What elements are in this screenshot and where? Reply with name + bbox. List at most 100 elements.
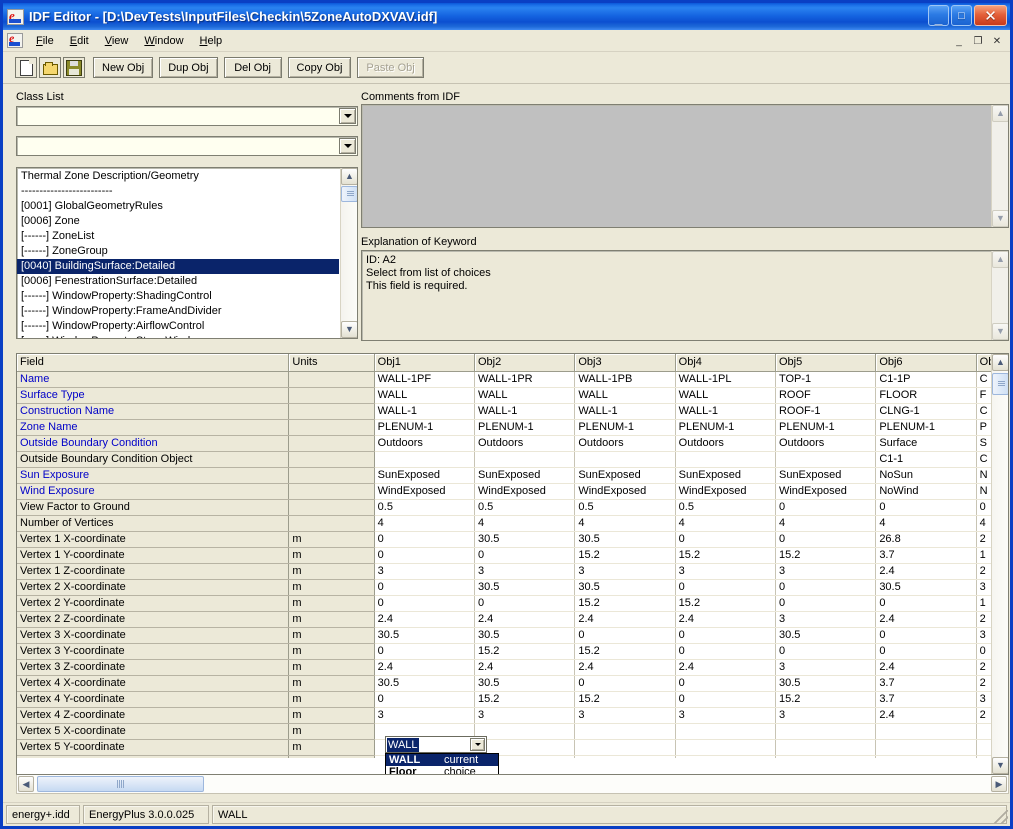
class-list[interactable]: Thermal Zone Description/Geometry-------…: [16, 167, 358, 339]
grid-value-cell[interactable]: 0: [475, 595, 575, 611]
grid-value-cell[interactable]: 3: [374, 563, 474, 579]
grid-value-cell[interactable]: PLENUM-1: [675, 419, 775, 435]
grid-value-cell[interactable]: 0: [876, 627, 976, 643]
grid-value-cell[interactable]: 0: [675, 579, 775, 595]
grid-value-cell[interactable]: ROOF: [775, 387, 875, 403]
grid-value-cell[interactable]: 3: [775, 611, 875, 627]
grid-value-cell[interactable]: 4: [976, 515, 992, 531]
grid-value-cell[interactable]: TOP-1: [775, 371, 875, 387]
grid-value-cell[interactable]: 1: [976, 595, 992, 611]
grid-value-cell[interactable]: WALL-1PR: [475, 371, 575, 387]
grid-value-cell[interactable]: [575, 739, 675, 755]
grid-value-cell[interactable]: 0: [374, 579, 474, 595]
surface-type-dropdown-arrow[interactable]: [470, 738, 485, 751]
grid-value-cell[interactable]: WALL-1PL: [675, 371, 775, 387]
grid-value-cell[interactable]: 3: [374, 707, 474, 723]
explanation-scroll-down-button[interactable]: ▼: [992, 323, 1009, 340]
grid-value-cell[interactable]: 0: [876, 643, 976, 659]
grid-value-cell[interactable]: 3: [775, 659, 875, 675]
grid-value-cell[interactable]: 2.4: [876, 563, 976, 579]
grid-value-cell[interactable]: S: [976, 435, 992, 451]
grid-value-cell[interactable]: 4: [374, 515, 474, 531]
grid-value-cell[interactable]: 30.5: [475, 579, 575, 595]
grid-value-cell[interactable]: 30.5: [575, 531, 675, 547]
class-list-scrollbar[interactable]: ▲ ▼: [340, 168, 357, 338]
grid-value-cell[interactable]: 30.5: [475, 675, 575, 691]
grid-scroll-right-button[interactable]: ▶: [991, 776, 1007, 792]
grid-value-cell[interactable]: WALL: [575, 387, 675, 403]
menu-help[interactable]: Help: [192, 33, 231, 49]
grid-value-cell[interactable]: 0.5: [475, 499, 575, 515]
grid-value-cell[interactable]: 4: [575, 515, 675, 531]
grid-value-cell[interactable]: [475, 451, 575, 467]
grid-value-cell[interactable]: [775, 451, 875, 467]
grid-value-cell[interactable]: Surface: [876, 435, 976, 451]
grid-header-field[interactable]: Field: [17, 354, 289, 371]
grid-value-cell[interactable]: 0: [675, 691, 775, 707]
class-list-item[interactable]: [0006] Zone: [17, 214, 339, 229]
class-list-scroll-thumb[interactable]: [341, 186, 358, 202]
grid-value-cell[interactable]: Outdoors: [775, 435, 875, 451]
grid-value-cell[interactable]: PLENUM-1: [475, 419, 575, 435]
grid-header-obj3[interactable]: Obj3: [575, 354, 675, 371]
grid-value-cell[interactable]: 3: [775, 563, 875, 579]
grid-value-cell[interactable]: 2.4: [475, 611, 575, 627]
explanation-scroll-up-button[interactable]: ▲: [992, 251, 1009, 268]
grid-value-cell[interactable]: [675, 755, 775, 758]
grid-value-cell[interactable]: [976, 755, 992, 758]
grid-value-cell[interactable]: C: [976, 403, 992, 419]
grid-value-cell[interactable]: 2.4: [374, 611, 474, 627]
grid-header-obj7[interactable]: Obj7: [976, 354, 992, 371]
class-list-scroll-up-button[interactable]: ▲: [341, 168, 358, 185]
grid-value-cell[interactable]: WALL-1PB: [575, 371, 675, 387]
surface-type-dropdown-list[interactable]: WALLcurrentFloorchoiceWallchoiceCeilingc…: [385, 753, 499, 775]
grid-value-cell[interactable]: WindExposed: [575, 483, 675, 499]
grid-value-cell[interactable]: WALL: [475, 387, 575, 403]
grid-value-cell[interactable]: C1-1P: [876, 371, 976, 387]
grid-value-cell[interactable]: WALL: [675, 387, 775, 403]
grid-value-cell[interactable]: 0: [374, 547, 474, 563]
grid-value-cell[interactable]: SunExposed: [575, 467, 675, 483]
mdi-document-icon[interactable]: [7, 33, 23, 48]
new-obj-button[interactable]: New Obj: [93, 57, 153, 78]
grid-value-cell[interactable]: SunExposed: [675, 467, 775, 483]
grid-value-cell[interactable]: 2: [976, 707, 992, 723]
grid-value-cell[interactable]: 4: [675, 515, 775, 531]
grid-value-cell[interactable]: 1: [976, 547, 992, 563]
grid-value-cell[interactable]: 0: [775, 499, 875, 515]
grid-value-cell[interactable]: 3: [976, 579, 992, 595]
grid-value-cell[interactable]: 30.5: [775, 675, 875, 691]
class-list-item[interactable]: [0040] BuildingSurface:Detailed: [17, 259, 339, 274]
class-list-item[interactable]: [------] ZoneGroup: [17, 244, 339, 259]
grid-value-cell[interactable]: [876, 723, 976, 739]
save-file-button[interactable]: [63, 57, 85, 78]
grid-value-cell[interactable]: 4: [876, 515, 976, 531]
class-list-scroll-down-button[interactable]: ▼: [341, 321, 358, 338]
mdi-restore-button[interactable]: ❐: [969, 33, 987, 50]
grid-value-cell[interactable]: 0: [374, 643, 474, 659]
grid-value-cell[interactable]: [775, 755, 875, 758]
maximize-button[interactable]: □: [951, 5, 972, 26]
grid-header-obj2[interactable]: Obj2: [475, 354, 575, 371]
grid-value-cell[interactable]: PLENUM-1: [775, 419, 875, 435]
dropdown-option[interactable]: Floorchoice: [386, 766, 498, 775]
grid-value-cell[interactable]: 2: [976, 659, 992, 675]
grid-value-cell[interactable]: [876, 755, 976, 758]
grid-value-cell[interactable]: 2.4: [876, 611, 976, 627]
grid-scroll-left-button[interactable]: ◀: [18, 776, 34, 792]
grid-value-cell[interactable]: [675, 723, 775, 739]
grid-value-cell[interactable]: 30.5: [575, 579, 675, 595]
grid-value-cell[interactable]: WALL-1: [374, 403, 474, 419]
grid-value-cell[interactable]: 30.5: [374, 675, 474, 691]
dup-obj-button[interactable]: Dup Obj: [159, 57, 217, 78]
grid-value-cell[interactable]: WALL-1PF: [374, 371, 474, 387]
grid-value-cell[interactable]: 15.2: [775, 691, 875, 707]
grid-value-cell[interactable]: Outdoors: [374, 435, 474, 451]
class-list-item[interactable]: [------] ZoneList: [17, 229, 339, 244]
mdi-minimize-button[interactable]: _: [950, 33, 968, 50]
grid-value-cell[interactable]: C1-1: [876, 451, 976, 467]
grid-value-cell[interactable]: 0: [374, 531, 474, 547]
resize-grip[interactable]: [994, 810, 1008, 824]
grid-value-cell[interactable]: 26.8: [876, 531, 976, 547]
grid-value-cell[interactable]: 0: [775, 595, 875, 611]
